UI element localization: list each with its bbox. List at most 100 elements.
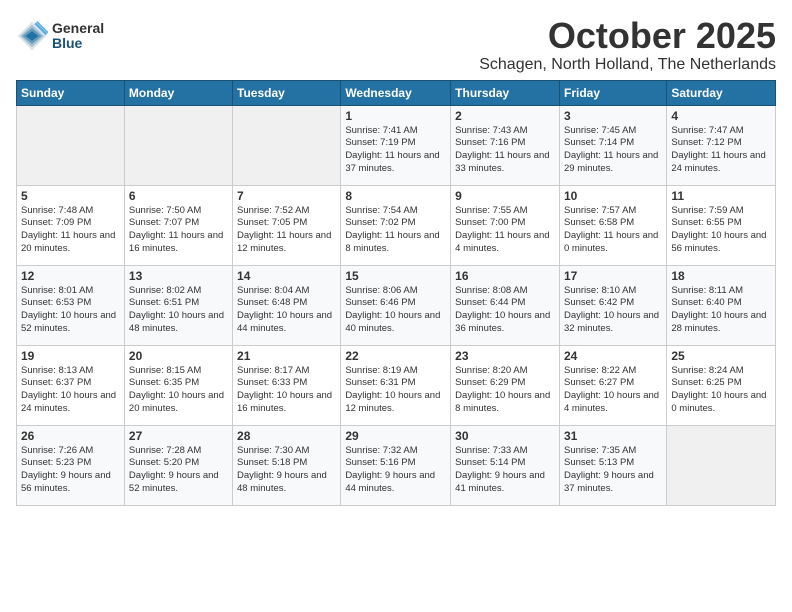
day-number: 27 (129, 429, 228, 443)
day-number: 2 (455, 109, 555, 123)
header-day-tuesday: Tuesday (233, 80, 341, 105)
calendar-cell: 7 Sunrise: 7:52 AM Sunset: 7:05 PM Daylig… (233, 185, 341, 265)
day-info: Sunrise: 7:28 AM Sunset: 5:20 PM Dayligh… (129, 445, 228, 496)
calendar-cell: 31Sunrise: 7:35 AM Sunset: 5:13 PM Dayli… (559, 425, 666, 505)
calendar-cell: 2 Sunrise: 7:43 AM Sunset: 7:16 PM Daylig… (451, 105, 560, 185)
day-number: 30 (455, 429, 555, 443)
day-number: 9 (455, 189, 555, 203)
calendar-header: SundayMondayTuesdayWednesdayThursdayFrid… (17, 80, 776, 105)
day-info: Sunrise: 7:30 AM Sunset: 5:18 PM Dayligh… (237, 445, 336, 496)
day-number: 13 (129, 269, 228, 283)
calendar-cell: 19 Sunrise: 8:13 AM Sunset: 6:37 PM Dayli… (17, 345, 125, 425)
location-title: Schagen, North Holland, The Netherlands (479, 56, 776, 74)
day-info: Sunrise: 7:59 AM Sunset: 6:55 PM Dayligh… (671, 205, 771, 256)
day-info: Sunrise: 7:48 AM Sunset: 7:09 PM Dayligh… (21, 205, 120, 256)
day-info: Sunrise: 8:10 AM Sunset: 6:42 PM Dayligh… (564, 285, 662, 336)
day-number: 26 (21, 429, 120, 443)
calendar-cell: 21Sunrise: 8:17 AM Sunset: 6:33 PM Dayli… (233, 345, 341, 425)
calendar-cell (667, 425, 776, 505)
calendar-cell: 18Sunrise: 8:11 AM Sunset: 6:40 PM Dayli… (667, 265, 776, 345)
calendar-cell: 26 Sunrise: 7:26 AM Sunset: 5:23 PM Dayli… (17, 425, 125, 505)
calendar-cell: 14Sunrise: 8:04 AM Sunset: 6:48 PM Dayli… (233, 265, 341, 345)
day-info: Sunrise: 7:26 AM Sunset: 5:23 PM Dayligh… (21, 445, 120, 496)
day-info: Sunrise: 8:19 AM Sunset: 6:31 PM Dayligh… (345, 365, 446, 416)
calendar-cell: 3 Sunrise: 7:45 AM Sunset: 7:14 PM Daylig… (559, 105, 666, 185)
calendar-cell: 27 Sunrise: 7:28 AM Sunset: 5:20 PM Dayli… (124, 425, 232, 505)
day-info: Sunrise: 7:57 AM Sunset: 6:58 PM Dayligh… (564, 205, 662, 256)
calendar-cell: 22 Sunrise: 8:19 AM Sunset: 6:31 PM Dayli… (341, 345, 451, 425)
header-day-wednesday: Wednesday (341, 80, 451, 105)
page-container: General Blue October 2025 Schagen, North… (0, 0, 792, 514)
day-number: 22 (345, 349, 446, 363)
day-info: Sunrise: 8:24 AM Sunset: 6:25 PM Dayligh… (671, 365, 771, 416)
header-day-sunday: Sunday (17, 80, 125, 105)
logo: General Blue (16, 20, 104, 52)
day-info: Sunrise: 8:11 AM Sunset: 6:40 PM Dayligh… (671, 285, 771, 336)
day-number: 3 (564, 109, 662, 123)
day-number: 8 (345, 189, 446, 203)
day-number: 31 (564, 429, 662, 443)
day-number: 4 (671, 109, 771, 123)
calendar-cell: 20Sunrise: 8:15 AM Sunset: 6:35 PM Dayli… (124, 345, 232, 425)
day-number: 17 (564, 269, 662, 283)
day-number: 5 (21, 189, 120, 203)
day-number: 1 (345, 109, 446, 123)
day-number: 25 (671, 349, 771, 363)
day-info: Sunrise: 8:08 AM Sunset: 6:44 PM Dayligh… (455, 285, 555, 336)
day-number: 7 (237, 189, 336, 203)
logo-blue-text: Blue (52, 36, 104, 51)
day-info: Sunrise: 8:20 AM Sunset: 6:29 PM Dayligh… (455, 365, 555, 416)
calendar-cell: 13 Sunrise: 8:02 AM Sunset: 6:51 PM Dayli… (124, 265, 232, 345)
calendar-cell: 11Sunrise: 7:59 AM Sunset: 6:55 PM Dayli… (667, 185, 776, 265)
calendar-table: SundayMondayTuesdayWednesdayThursdayFrid… (16, 80, 776, 506)
calendar-cell: 4Sunrise: 7:47 AM Sunset: 7:12 PM Daylig… (667, 105, 776, 185)
day-info: Sunrise: 7:41 AM Sunset: 7:19 PM Dayligh… (345, 125, 446, 176)
calendar-cell: 6 Sunrise: 7:50 AM Sunset: 7:07 PM Daylig… (124, 185, 232, 265)
calendar-cell: 17 Sunrise: 8:10 AM Sunset: 6:42 PM Dayli… (559, 265, 666, 345)
day-number: 21 (237, 349, 336, 363)
calendar-cell: 5 Sunrise: 7:48 AM Sunset: 7:09 PM Daylig… (17, 185, 125, 265)
week-row-1: 5 Sunrise: 7:48 AM Sunset: 7:09 PM Daylig… (17, 185, 776, 265)
week-row-2: 12Sunrise: 8:01 AM Sunset: 6:53 PM Dayli… (17, 265, 776, 345)
day-info: Sunrise: 7:54 AM Sunset: 7:02 PM Dayligh… (345, 205, 446, 256)
calendar-cell: 30 Sunrise: 7:33 AM Sunset: 5:14 PM Dayli… (451, 425, 560, 505)
calendar-cell: 1 Sunrise: 7:41 AM Sunset: 7:19 PM Daylig… (341, 105, 451, 185)
calendar-cell (124, 105, 232, 185)
header-day-thursday: Thursday (451, 80, 560, 105)
header: General Blue October 2025 Schagen, North… (16, 16, 776, 74)
calendar-cell (17, 105, 125, 185)
day-info: Sunrise: 8:02 AM Sunset: 6:51 PM Dayligh… (129, 285, 228, 336)
logo-icon (16, 20, 48, 52)
calendar-cell: 9Sunrise: 7:55 AM Sunset: 7:00 PM Daylig… (451, 185, 560, 265)
header-day-saturday: Saturday (667, 80, 776, 105)
calendar-body: 1 Sunrise: 7:41 AM Sunset: 7:19 PM Daylig… (17, 105, 776, 505)
day-info: Sunrise: 8:04 AM Sunset: 6:48 PM Dayligh… (237, 285, 336, 336)
day-number: 19 (21, 349, 120, 363)
day-number: 23 (455, 349, 555, 363)
day-number: 28 (237, 429, 336, 443)
day-info: Sunrise: 7:50 AM Sunset: 7:07 PM Dayligh… (129, 205, 228, 256)
header-day-monday: Monday (124, 80, 232, 105)
calendar-cell: 29Sunrise: 7:32 AM Sunset: 5:16 PM Dayli… (341, 425, 451, 505)
day-info: Sunrise: 7:52 AM Sunset: 7:05 PM Dayligh… (237, 205, 336, 256)
day-number: 16 (455, 269, 555, 283)
calendar-cell: 8 Sunrise: 7:54 AM Sunset: 7:02 PM Daylig… (341, 185, 451, 265)
week-row-3: 19 Sunrise: 8:13 AM Sunset: 6:37 PM Dayli… (17, 345, 776, 425)
day-info: Sunrise: 8:06 AM Sunset: 6:46 PM Dayligh… (345, 285, 446, 336)
week-row-4: 26 Sunrise: 7:26 AM Sunset: 5:23 PM Dayli… (17, 425, 776, 505)
day-info: Sunrise: 7:33 AM Sunset: 5:14 PM Dayligh… (455, 445, 555, 496)
week-row-0: 1 Sunrise: 7:41 AM Sunset: 7:19 PM Daylig… (17, 105, 776, 185)
calendar-cell: 24Sunrise: 8:22 AM Sunset: 6:27 PM Dayli… (559, 345, 666, 425)
header-day-friday: Friday (559, 80, 666, 105)
calendar-cell: 15Sunrise: 8:06 AM Sunset: 6:46 PM Dayli… (341, 265, 451, 345)
month-title: October 2025 (479, 16, 776, 56)
day-number: 6 (129, 189, 228, 203)
day-number: 12 (21, 269, 120, 283)
logo-text: General Blue (52, 21, 104, 52)
day-number: 24 (564, 349, 662, 363)
day-number: 29 (345, 429, 446, 443)
calendar-cell: 25 Sunrise: 8:24 AM Sunset: 6:25 PM Dayli… (667, 345, 776, 425)
day-info: Sunrise: 7:45 AM Sunset: 7:14 PM Dayligh… (564, 125, 662, 176)
day-info: Sunrise: 8:13 AM Sunset: 6:37 PM Dayligh… (21, 365, 120, 416)
day-info: Sunrise: 7:43 AM Sunset: 7:16 PM Dayligh… (455, 125, 555, 176)
